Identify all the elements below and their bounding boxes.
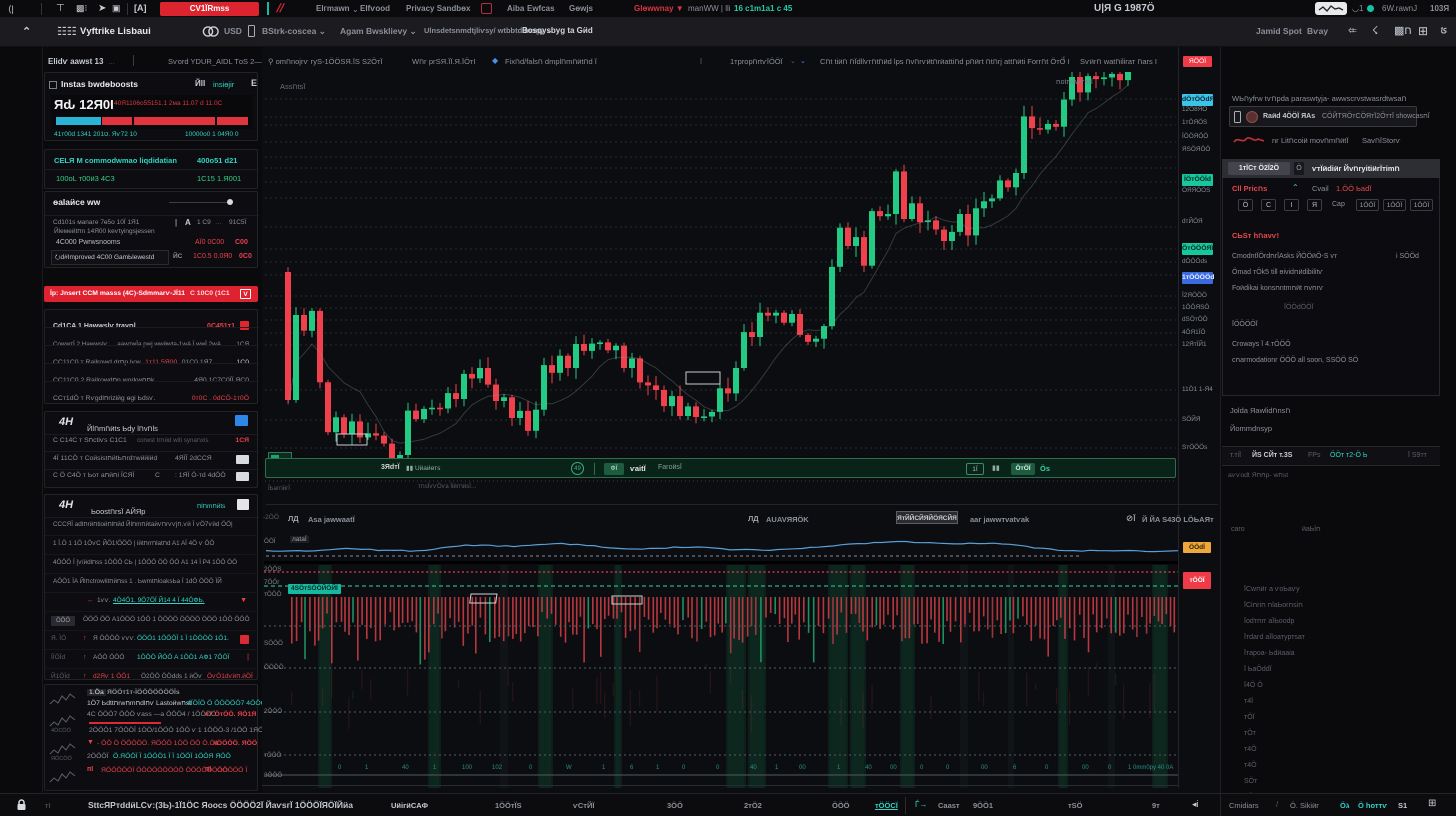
svg-text:0: 0 (682, 765, 686, 771)
svg-text:1 0mm0py 40 0A: 1 0mm0py 40 0A (1128, 765, 1173, 771)
svg-text:0: 0 (946, 765, 950, 771)
svg-text:40: 40 (865, 765, 872, 771)
svg-text:40: 40 (402, 765, 409, 771)
svg-text:00: 00 (799, 765, 806, 771)
svg-text:100: 100 (462, 765, 473, 771)
svg-text:0: 0 (529, 765, 533, 771)
svg-text:0: 0 (338, 765, 342, 771)
svg-text:00: 00 (1082, 765, 1089, 771)
svg-text:6: 6 (630, 765, 634, 771)
svg-text:0: 0 (920, 765, 924, 771)
svg-text:0: 0 (1045, 765, 1049, 771)
svg-text:1: 1 (365, 765, 369, 771)
svg-text:1: 1 (775, 765, 779, 771)
svg-text:102: 102 (492, 765, 503, 771)
svg-text:1: 1 (656, 765, 660, 771)
svg-text:1: 1 (602, 765, 606, 771)
svg-text:W: W (566, 765, 572, 771)
svg-text:0: 0 (716, 765, 720, 771)
svg-text:00: 00 (890, 765, 897, 771)
svg-text:00: 00 (981, 765, 988, 771)
svg-text:40: 40 (750, 765, 757, 771)
svg-text:6: 6 (1013, 765, 1017, 771)
svg-text:חоtחӥwѵагЇ: חоtחӥwѵагЇ (1056, 78, 1093, 86)
